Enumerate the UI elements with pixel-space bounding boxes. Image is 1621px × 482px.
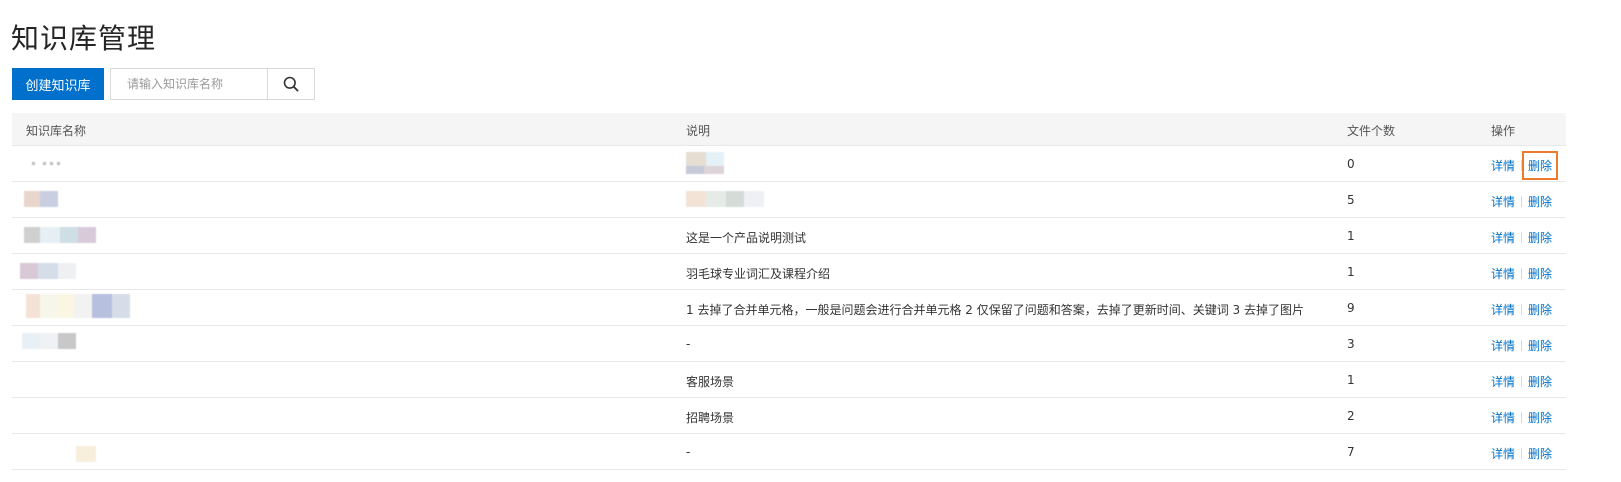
description: 客服场景: [686, 375, 735, 389]
redacted-name: [32, 162, 60, 165]
description: 这是一个产品说明测试: [686, 231, 807, 245]
redacted-name: [22, 333, 76, 349]
toolbar: 创建知识库: [12, 68, 315, 100]
row-actions: 详情 删除: [1491, 445, 1552, 462]
file-count: 0: [1347, 157, 1355, 171]
row-actions: 详情 删除: [1491, 337, 1552, 354]
redacted-name: [76, 446, 96, 462]
action-divider: [1521, 340, 1523, 351]
file-count: 3: [1347, 337, 1355, 351]
description: 招聘场景: [686, 411, 735, 425]
delete-link[interactable]: 删除: [1528, 445, 1552, 462]
description: -: [686, 445, 691, 459]
file-count: 5: [1347, 193, 1355, 207]
description: 1 去掉了合并单元格，一般是问题会进行合并单元格 2 仅保留了问题和答案，去掉了…: [686, 303, 1304, 317]
file-count: 1: [1347, 229, 1355, 243]
action-divider: [1521, 268, 1523, 279]
page-title: 知识库管理: [11, 22, 157, 55]
detail-link[interactable]: 详情: [1491, 337, 1515, 354]
detail-link[interactable]: 详情: [1491, 409, 1515, 426]
table-row: 1 去掉了合并单元格，一般是问题会进行合并单元格 2 仅保留了问题和答案，去掉了…: [12, 290, 1566, 326]
create-knowledge-base-button[interactable]: 创建知识库: [12, 68, 104, 100]
action-divider: [1521, 304, 1523, 315]
redacted-name: [24, 227, 96, 243]
table-row: 招聘场景 2 详情 删除: [12, 398, 1566, 434]
header-actions: 操作: [1491, 124, 1516, 138]
description: -: [686, 337, 691, 351]
redacted-name: [20, 263, 76, 279]
table-row: 5 详情 删除: [12, 182, 1566, 218]
action-divider: [1521, 448, 1523, 459]
delete-link[interactable]: 删除: [1528, 337, 1552, 354]
search-box: [110, 68, 315, 100]
search-icon: [283, 76, 299, 92]
file-count: 1: [1347, 265, 1355, 279]
detail-link[interactable]: 详情: [1491, 229, 1515, 246]
delete-link[interactable]: 删除: [1528, 193, 1552, 210]
file-count: 1: [1347, 373, 1355, 387]
row-actions: 详情 删除: [1491, 265, 1552, 282]
row-actions: 详情 删除: [1491, 193, 1552, 210]
row-actions: 详情 删除: [1491, 409, 1552, 426]
row-actions: 详情 删除: [1491, 301, 1552, 318]
file-count: 7: [1347, 445, 1355, 459]
detail-link[interactable]: 详情: [1491, 157, 1515, 174]
header-name: 知识库名称: [26, 124, 87, 138]
table-row: 这是一个产品说明测试 1 详情 删除: [12, 218, 1566, 254]
detail-link[interactable]: 详情: [1491, 265, 1515, 282]
header-file-count: 文件个数: [1347, 124, 1396, 138]
row-actions: 详情 删除: [1491, 229, 1552, 246]
table-row: - 7 详情 删除: [12, 434, 1566, 470]
delete-link[interactable]: 删除: [1528, 265, 1552, 282]
detail-link[interactable]: 详情: [1491, 445, 1515, 462]
redacted-description: [686, 152, 724, 174]
table-row: - 3 详情 删除: [12, 326, 1566, 362]
redacted-name: [26, 294, 130, 318]
knowledge-base-table: 知识库名称 说明 文件个数 操作 0 详情 删除 5 详情 删除 这是一个产品说…: [12, 113, 1566, 470]
table-row: 0 详情 删除: [12, 146, 1566, 182]
delete-link[interactable]: 删除: [1528, 301, 1552, 318]
header-description: 说明: [686, 124, 711, 138]
table-row: 羽毛球专业词汇及课程介绍 1 详情 删除: [12, 254, 1566, 290]
redacted-name: [24, 191, 58, 207]
action-divider: [1521, 376, 1523, 387]
search-input[interactable]: [111, 69, 268, 99]
action-divider: [1521, 196, 1523, 207]
file-count: 2: [1347, 409, 1355, 423]
action-divider: [1521, 160, 1523, 171]
table-header: 知识库名称 说明 文件个数 操作: [12, 113, 1566, 146]
detail-link[interactable]: 详情: [1491, 193, 1515, 210]
row-actions: 详情 删除: [1491, 151, 1559, 180]
row-actions: 详情 删除: [1491, 373, 1552, 390]
file-count: 9: [1347, 301, 1355, 315]
action-divider: [1521, 232, 1523, 243]
detail-link[interactable]: 详情: [1491, 301, 1515, 318]
detail-link[interactable]: 详情: [1491, 373, 1515, 390]
delete-link[interactable]: 删除: [1528, 409, 1552, 426]
search-button[interactable]: [268, 69, 314, 99]
table-row: 客服场景 1 详情 删除: [12, 362, 1566, 398]
redacted-description: [686, 191, 764, 207]
delete-link[interactable]: 删除: [1528, 229, 1552, 246]
description: 羽毛球专业词汇及课程介绍: [686, 267, 831, 281]
delete-link[interactable]: 删除: [1528, 373, 1552, 390]
delete-link-highlighted[interactable]: 删除: [1522, 151, 1559, 180]
action-divider: [1521, 412, 1523, 423]
